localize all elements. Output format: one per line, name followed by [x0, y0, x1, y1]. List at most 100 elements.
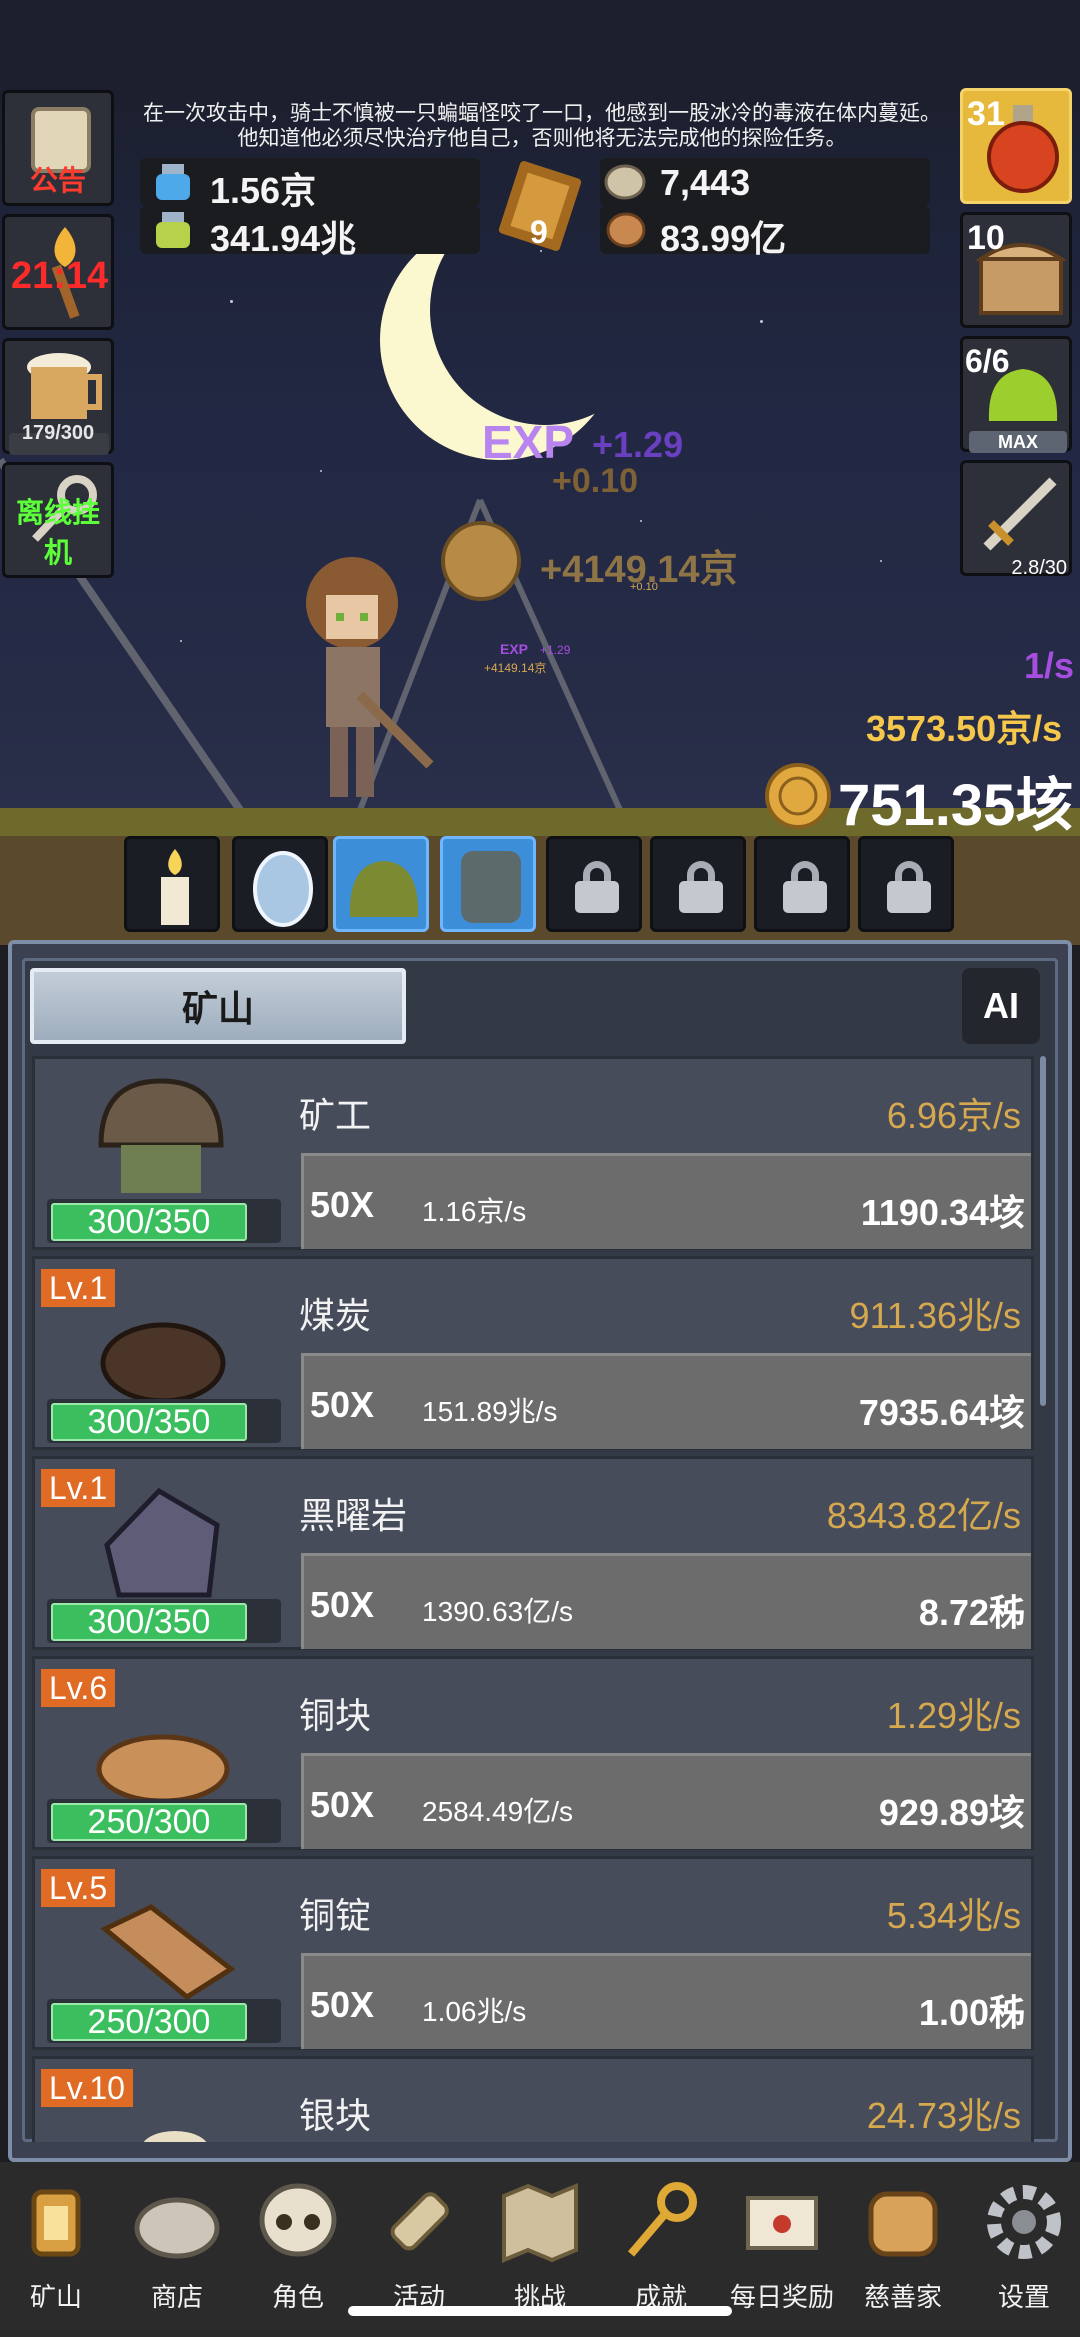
upgrade-button[interactable]: 50X 1390.63亿/s 8.72秭 — [301, 1553, 1031, 1649]
chest-button[interactable]: 10 — [960, 212, 1072, 328]
nav-daily-reward[interactable]: 每日奖励 — [722, 2178, 842, 2314]
slime-pet-icon — [349, 861, 419, 917]
slime-max: MAX — [969, 431, 1067, 453]
obsidian-icon — [104, 1487, 220, 1598]
silver-ore-icon — [143, 2131, 207, 2142]
lock-icon — [679, 861, 723, 913]
resource-rate: 1.29兆/s — [886, 1695, 1021, 1736]
egg-icon — [253, 851, 313, 927]
mine-row-coal: Lv.1 300/350 煤炭 911.36兆/s 50X 151.89兆/s … — [32, 1256, 1034, 1450]
capacity-bar: 250/300 — [47, 1999, 281, 2043]
capacity-text: 250/300 — [51, 2003, 247, 2041]
nav-event[interactable]: 活动 — [359, 2178, 479, 2314]
upgrade-cost: 1.00秭 — [918, 1992, 1025, 2033]
upgrade-cost: 8.72秭 — [918, 1592, 1025, 1633]
nav-label: 慈善家 — [863, 2282, 942, 2312]
stone-row — [600, 158, 930, 206]
nav-shop[interactable]: 商店 — [117, 2178, 237, 2314]
copper-ore-icon — [96, 1734, 230, 1804]
upgrade-rate: 2584.49亿/s — [422, 1796, 573, 1827]
capacity-bar: 250/300 — [47, 1799, 281, 1843]
upgrade-button[interactable]: 50X 151.89兆/s 7935.64垓 — [301, 1353, 1031, 1449]
tab-mine[interactable]: 矿山 — [30, 968, 406, 1044]
capacity-bar: 300/350 — [47, 1399, 281, 1443]
capacity-text: 300/350 — [51, 1603, 247, 1641]
slime-button[interactable]: 6/6 MAX — [960, 336, 1072, 453]
nav-label: 每日奖励 — [729, 2282, 834, 2312]
copper-ingot-icon — [100, 1904, 236, 2001]
miner-icon — [98, 1078, 224, 1193]
slime-pet-slot[interactable] — [333, 836, 429, 932]
nav-character[interactable]: 角色 — [238, 2178, 358, 2314]
notice-label: 公告 — [29, 165, 86, 196]
key-icon — [627, 2182, 697, 2257]
offline-label: 离线挂机 — [15, 497, 100, 568]
beer-button[interactable]: 179/300 — [2, 338, 114, 455]
nav-challenge[interactable]: 挑战 — [480, 2178, 600, 2314]
upgrade-multiplier: 50X — [310, 1384, 375, 1425]
nav-settings[interactable]: 设置 — [964, 2178, 1080, 2314]
gold-coin-icon — [765, 763, 831, 829]
upgrade-multiplier: 50X — [310, 1784, 375, 1825]
gold-total: 751.35垓 — [838, 773, 1074, 838]
game-scene: EXP +1.29 +0.10 +4149.14京 EXP +1.29 +414… — [0, 0, 1080, 945]
ai-button[interactable]: AI — [962, 968, 1040, 1044]
lock-icon — [575, 861, 619, 913]
locked-slot-4[interactable] — [858, 836, 954, 932]
upgrade-button[interactable]: 50X 2584.49亿/s 929.89垓 — [301, 1753, 1031, 1849]
upgrade-button[interactable]: 50X 1.06兆/s 1.00秭 — [301, 1953, 1031, 2049]
egg-slot[interactable] — [232, 836, 328, 932]
exp-label: EXP — [482, 416, 575, 468]
gear-icon — [987, 2185, 1061, 2259]
stone-icon — [604, 164, 646, 200]
zombie-pet-slot[interactable] — [440, 836, 536, 932]
nav-philanthropist[interactable]: 慈善家 — [843, 2178, 963, 2314]
lock-icon — [783, 861, 827, 913]
scroll-icon — [390, 2192, 449, 2251]
seed-icon — [606, 212, 646, 248]
beer-count: 179/300 — [21, 422, 95, 444]
potion-button[interactable]: 31 — [960, 88, 1072, 204]
mini-exp-label: EXP — [500, 641, 529, 657]
coal-icon — [100, 1322, 226, 1404]
locked-slot-3[interactable] — [754, 836, 850, 932]
torch-timer: 21:14 — [11, 255, 109, 297]
resource-rate: 6.96京/s — [886, 1095, 1021, 1136]
upgrade-multiplier: 50X — [310, 1584, 375, 1625]
torch-button[interactable]: 21:14 — [2, 214, 114, 330]
level-badge: Lv.1 — [41, 1269, 116, 1307]
locked-slot-2[interactable] — [650, 836, 746, 932]
locked-slot-1[interactable] — [546, 836, 642, 932]
attack-speed: 1/s — [1024, 645, 1075, 686]
nav-mine[interactable]: 矿山 — [0, 2178, 116, 2314]
exp-gain: +1.29 — [592, 424, 684, 465]
upgrade-cost: 7935.64垓 — [858, 1392, 1025, 1433]
level-badge: Lv.10 — [41, 2069, 133, 2107]
nav-label: 矿山 — [29, 2282, 82, 2312]
candle-slot[interactable] — [124, 836, 220, 932]
nav-achievement[interactable]: 成就 — [601, 2178, 721, 2314]
blue-potion-icon — [156, 164, 190, 200]
scrollbar[interactable] — [1040, 1056, 1046, 1406]
knight-character[interactable] — [290, 555, 440, 810]
gold-rate: 3573.50京/s — [866, 708, 1063, 749]
resource-rate: 911.36兆/s — [849, 1295, 1021, 1336]
stone-icon — [134, 2197, 220, 2259]
sword-icon — [983, 477, 1057, 551]
beer-mug-icon — [27, 353, 102, 419]
capacity-text: 300/350 — [51, 1203, 247, 1241]
home-indicator[interactable] — [348, 2306, 732, 2316]
small-gain: +0.10 — [552, 462, 639, 500]
seed-value: 83.99亿 — [660, 218, 787, 259]
mine-row-miner: 300/350 矿工 6.96京/s 50X 1.16京/s 1190.34垓 — [32, 1056, 1034, 1250]
upgrade-button[interactable]: 50X 1.16京/s 1190.34垓 — [301, 1153, 1031, 1249]
stone-value: 7,443 — [660, 162, 751, 203]
notice-button[interactable]: 公告 — [2, 90, 114, 206]
blue-potion-value: 1.56京 — [210, 170, 317, 211]
offline-button[interactable]: 离线挂机 — [2, 462, 114, 578]
green-potion-icon — [156, 212, 190, 248]
sword-button[interactable]: 2.8/30 — [960, 460, 1072, 579]
mine-row-copper-ingot: Lv.5 250/300 铜锭 5.34兆/s 50X 1.06兆/s 1.00… — [32, 1856, 1034, 2050]
book-level: 9 — [530, 214, 548, 250]
nav-label: 设置 — [997, 2282, 1050, 2312]
